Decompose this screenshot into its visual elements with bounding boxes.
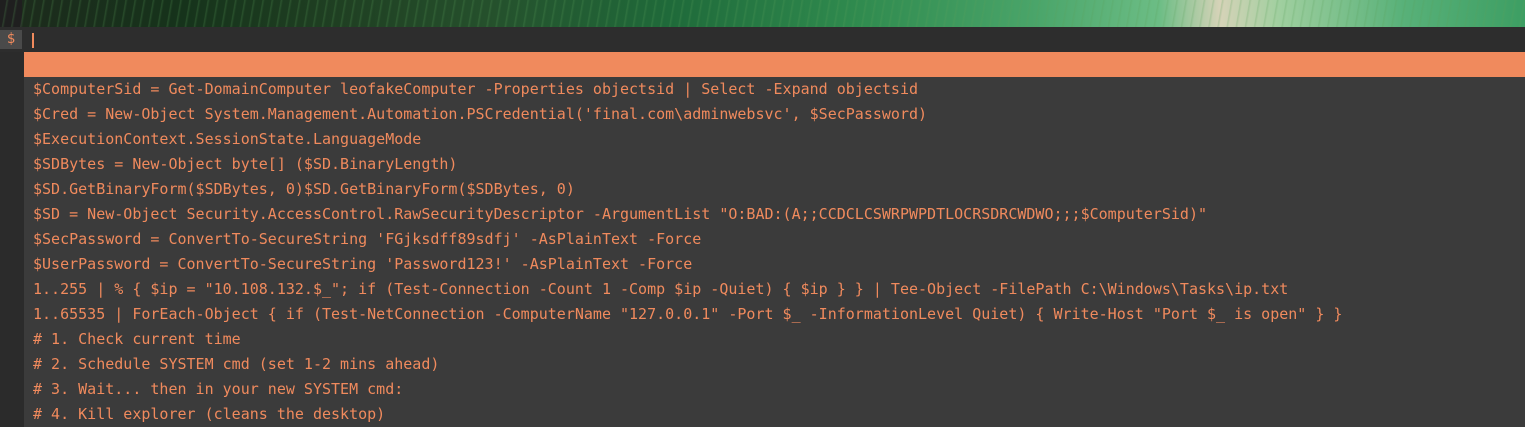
list-item[interactable]: # 4. Kill explorer (cleans the desktop)	[24, 402, 1525, 427]
list-item[interactable]: $ComputerSid = Get-DomainComputer leofak…	[24, 77, 1525, 102]
prompt-dollar-icon: $	[0, 30, 22, 49]
launcher-left-strip	[0, 27, 24, 427]
wallpaper-grass-texture	[0, 0, 1525, 27]
list-item[interactable]: 1..255 | % { $ip = "10.108.132.$_"; if (…	[24, 277, 1525, 302]
list-item[interactable]: $SDBytes = New-Object byte[] ($SD.Binary…	[24, 152, 1525, 177]
list-item[interactable]: $SD.GetBinaryForm($SDBytes, 0)$SD.GetBin…	[24, 177, 1525, 202]
prompt-input[interactable]	[28, 29, 1512, 50]
list-item[interactable]: # 3. Wait... then in your new SYSTEM cmd…	[24, 377, 1525, 402]
list-item[interactable]: $SD = New-Object Security.AccessControl.…	[24, 202, 1525, 227]
list-item[interactable]: # 1. Check current time	[24, 327, 1525, 352]
desktop-wallpaper	[0, 0, 1525, 27]
prompt-row: $	[0, 27, 1525, 52]
list-item[interactable]: # 2. Schedule SYSTEM cmd (set 1-2 mins a…	[24, 352, 1525, 377]
list-item[interactable]: $UserPassword = ConvertTo-SecureString '…	[24, 252, 1525, 277]
text-cursor	[32, 33, 34, 48]
list-item[interactable]: $Cred = New-Object System.Management.Aut…	[24, 102, 1525, 127]
selected-result-row[interactable]	[24, 52, 1525, 77]
list-item[interactable]: $ExecutionContext.SessionState.LanguageM…	[24, 127, 1525, 152]
list-item[interactable]: 1..65535 | ForEach-Object { if (Test-Net…	[24, 302, 1525, 327]
list-item[interactable]: $SecPassword = ConvertTo-SecureString 'F…	[24, 227, 1525, 252]
results-list: $ComputerSid = Get-DomainComputer leofak…	[24, 77, 1525, 427]
launcher-window: $ $ComputerSid = Get-DomainComputer leof…	[0, 27, 1525, 427]
